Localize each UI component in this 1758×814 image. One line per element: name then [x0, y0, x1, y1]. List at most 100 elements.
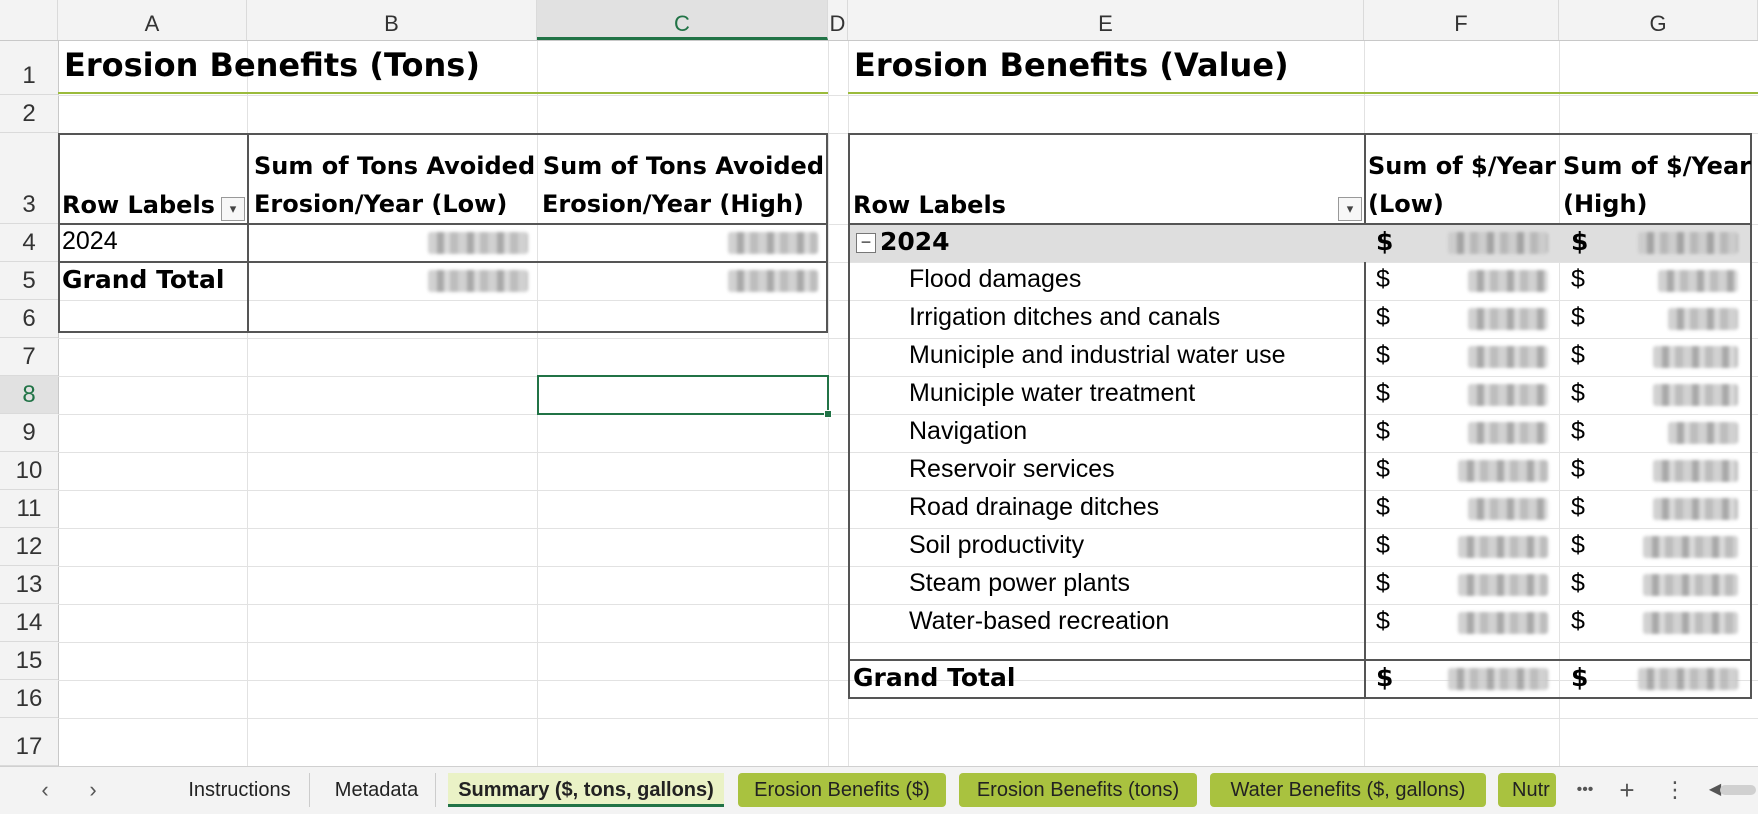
row-header[interactable]: 7: [0, 338, 58, 376]
pivot-item-label: Flood damages: [909, 265, 1082, 293]
sheet-options-icon[interactable]: ⋮: [1660, 775, 1690, 805]
currency-symbol: $: [1571, 569, 1585, 597]
right-col-high-header-line2: (High): [1563, 190, 1648, 218]
right-row-labels-header: Row Labels: [853, 191, 1006, 219]
tab-metadata[interactable]: Metadata: [318, 773, 436, 807]
left-col-high-header-line2: Erosion/Year (High): [542, 190, 804, 218]
pivot-item-label: Water-based recreation: [909, 607, 1170, 635]
pivot-item-label: Navigation: [909, 417, 1028, 445]
right-col-low-header-line2: (Low): [1368, 190, 1444, 218]
active-cell-c8[interactable]: [537, 375, 832, 418]
pivot-item-label: Irrigation ditches and canals: [909, 303, 1221, 331]
tab-water-benefits[interactable]: Water Benefits ($, gallons): [1210, 773, 1486, 807]
currency-symbol: $: [1571, 417, 1585, 445]
currency-symbol: $: [1571, 455, 1585, 483]
row-header[interactable]: 13: [0, 566, 58, 604]
column-header-a[interactable]: A: [58, 0, 247, 40]
column-header-f[interactable]: F: [1364, 0, 1559, 40]
tab-scroll-right-icon[interactable]: ›: [78, 775, 108, 805]
tab-instructions[interactable]: Instructions: [170, 773, 310, 807]
currency-symbol: $: [1571, 531, 1585, 559]
column-header-c[interactable]: C: [537, 0, 828, 40]
tab-summary[interactable]: Summary ($, tons, gallons): [448, 773, 724, 807]
row-header[interactable]: 12: [0, 528, 58, 566]
right-year-label: 2024: [880, 227, 950, 256]
row-header[interactable]: 1: [0, 41, 58, 95]
sheet-tab-bar: ‹ › Instructions Metadata Summary ($, to…: [0, 766, 1758, 814]
pivot-item-label: Steam power plants: [909, 569, 1130, 597]
currency-symbol: $: [1376, 569, 1390, 597]
row-header[interactable]: 17: [0, 718, 58, 766]
tab-erosion-benefits-tons[interactable]: Erosion Benefits (tons): [959, 773, 1197, 807]
pivot-item-label: Reservoir services: [909, 455, 1115, 483]
collapse-icon[interactable]: −: [856, 233, 876, 253]
left-col-high-header-line1: Sum of Tons Avoided: [542, 152, 824, 180]
left-row-labels-header: Row Labels: [62, 191, 215, 219]
currency-symbol: $: [1376, 379, 1390, 407]
redacted-value: [728, 232, 818, 254]
row-header[interactable]: 6: [0, 300, 58, 338]
currency-symbol: $: [1376, 493, 1390, 521]
worksheet-grid[interactable]: Erosion Benefits (Tons) Row Labels ▾ Sum…: [58, 41, 1758, 766]
left-col-low-header-line2: Erosion/Year (Low): [254, 190, 508, 218]
column-header-e[interactable]: E: [848, 0, 1364, 40]
currency-symbol: $: [1376, 663, 1394, 692]
row-header[interactable]: 2: [0, 95, 58, 133]
redacted-value: [1638, 232, 1738, 254]
currency-symbol: $: [1376, 417, 1390, 445]
tab-nutrient-truncated[interactable]: Nutr: [1498, 773, 1556, 807]
right-col-low-header-line1: Sum of $/Year: [1368, 152, 1556, 180]
column-header-bar: A B C D E F G: [0, 0, 1758, 41]
row-header[interactable]: 14: [0, 604, 58, 642]
left-filter-dropdown-icon[interactable]: ▾: [221, 197, 245, 221]
more-sheets-icon[interactable]: •••: [1565, 775, 1605, 805]
row-header[interactable]: 16: [0, 680, 58, 718]
row-header[interactable]: 10: [0, 452, 58, 490]
currency-symbol: $: [1571, 493, 1585, 521]
currency-symbol: $: [1571, 341, 1585, 369]
currency-symbol: $: [1376, 303, 1390, 331]
currency-symbol: $: [1571, 663, 1589, 692]
currency-symbol: $: [1376, 227, 1394, 256]
currency-symbol: $: [1571, 379, 1585, 407]
currency-symbol: $: [1376, 531, 1390, 559]
add-sheet-icon[interactable]: +: [1612, 775, 1642, 805]
redacted-value: [728, 270, 818, 292]
currency-symbol: $: [1571, 607, 1585, 635]
column-header-d[interactable]: D: [828, 0, 848, 40]
currency-symbol: $: [1571, 303, 1585, 331]
tab-scroll-left-icon[interactable]: ‹: [30, 775, 60, 805]
left-grand-total-label: Grand Total: [62, 265, 225, 294]
currency-symbol: $: [1376, 607, 1390, 635]
left-year-label: 2024: [62, 227, 118, 255]
row-header[interactable]: 15: [0, 642, 58, 680]
row-header[interactable]: 4: [0, 224, 58, 262]
pivot-item-label: Municiple water treatment: [909, 379, 1196, 407]
currency-symbol: $: [1376, 455, 1390, 483]
right-col-high-header-line1: Sum of $/Year: [1563, 152, 1751, 180]
pivot-item-label: Soil productivity: [909, 531, 1085, 559]
pivot-item-label: Road drainage ditches: [909, 493, 1160, 521]
row-header[interactable]: 11: [0, 490, 58, 528]
currency-symbol: $: [1571, 227, 1589, 256]
row-header[interactable]: 9: [0, 414, 58, 452]
column-header-b[interactable]: B: [247, 0, 537, 40]
select-all-corner[interactable]: [0, 0, 58, 40]
currency-symbol: $: [1376, 341, 1390, 369]
redacted-value: [428, 232, 528, 254]
left-col-low-header-line1: Sum of Tons Avoided: [254, 152, 536, 180]
row-header[interactable]: 5: [0, 262, 58, 300]
column-header-g[interactable]: G: [1559, 0, 1758, 40]
right-pivot-title: Erosion Benefits (Value): [854, 46, 1289, 84]
currency-symbol: $: [1376, 265, 1390, 293]
pivot-item-label: Municiple and industrial water use: [909, 341, 1286, 369]
horizontal-scrollbar[interactable]: [1720, 785, 1756, 795]
currency-symbol: $: [1571, 265, 1585, 293]
row-header-selected[interactable]: 8: [0, 376, 58, 414]
redacted-value: [428, 270, 528, 292]
left-pivot-title: Erosion Benefits (Tons): [64, 46, 480, 84]
row-header[interactable]: 3: [0, 133, 58, 224]
year-row-band: [850, 225, 1750, 262]
tab-erosion-benefits-dollars[interactable]: Erosion Benefits ($): [738, 773, 946, 807]
right-filter-dropdown-icon[interactable]: ▾: [1338, 197, 1362, 221]
